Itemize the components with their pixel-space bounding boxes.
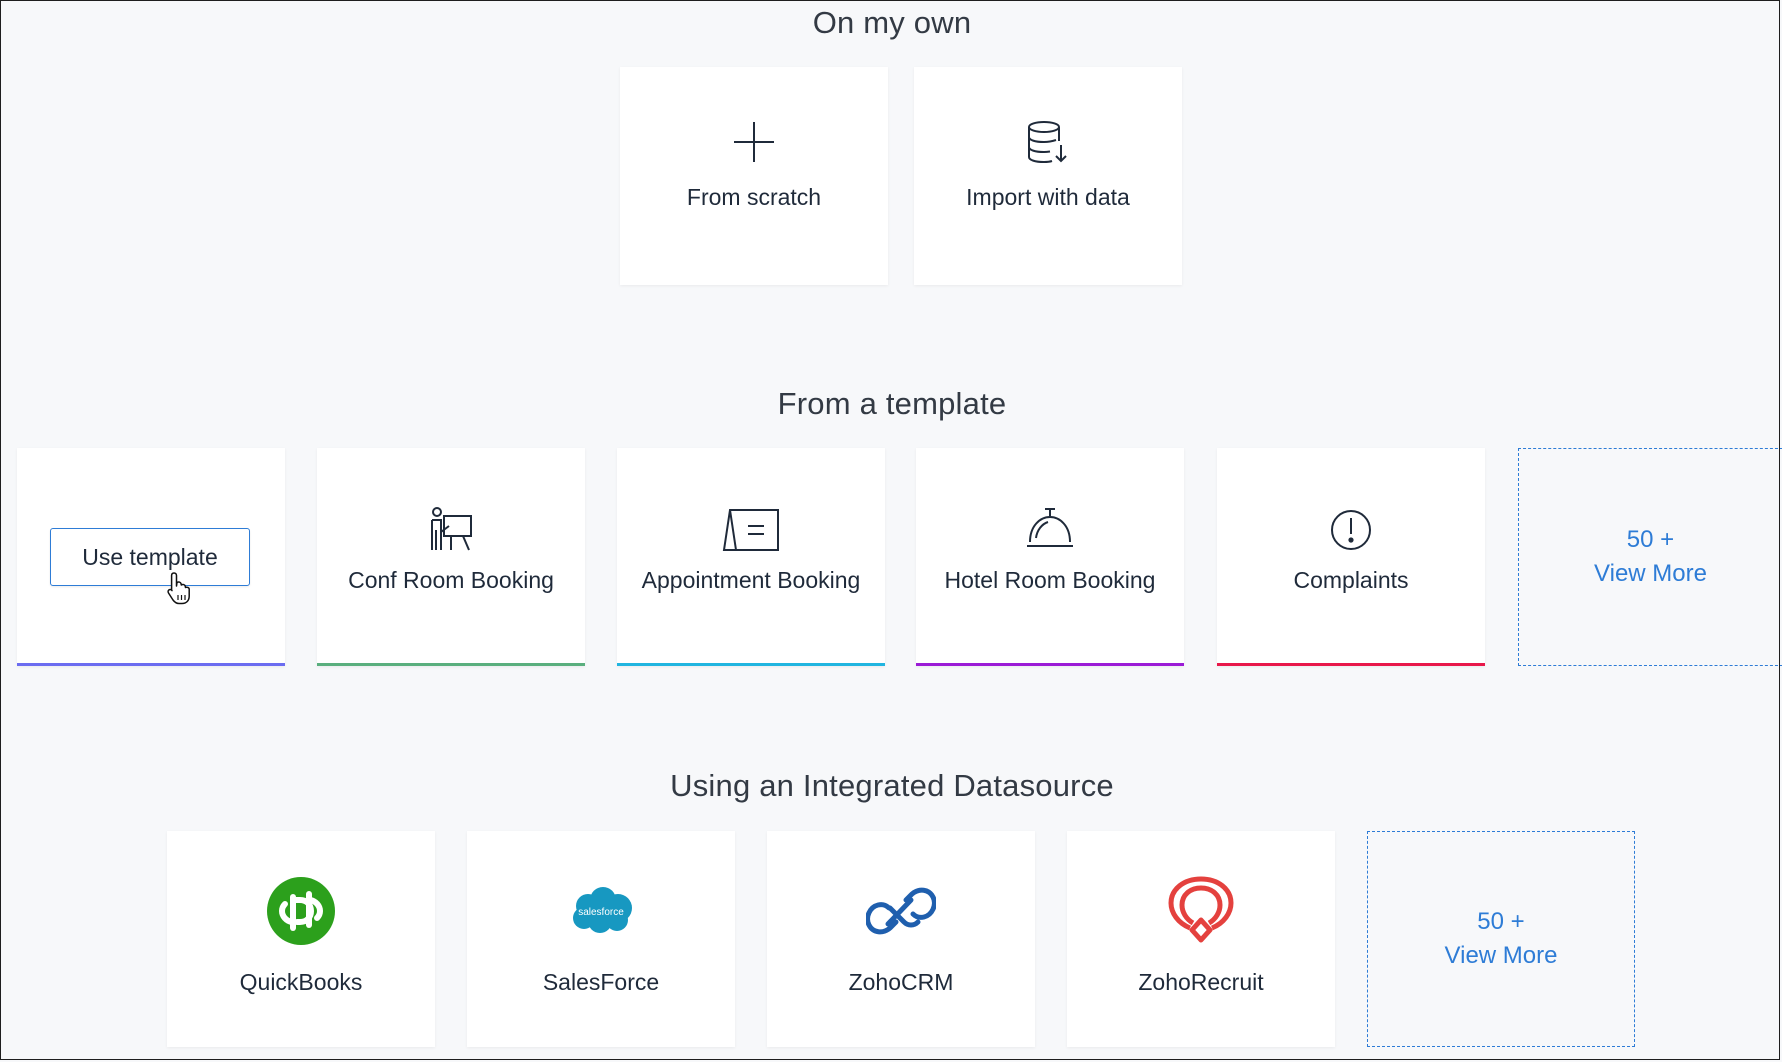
datasource-card-salesforce[interactable]: salesforce SalesForce — [467, 831, 735, 1047]
salesforce-label: SalesForce — [542, 969, 660, 995]
presenter-board-icon — [431, 507, 472, 551]
quickbooks-label: QuickBooks — [239, 969, 363, 995]
use-template-button[interactable]: Use template — [50, 528, 250, 586]
datasource-card-zohocrm[interactable]: ZohoCRM — [767, 831, 1035, 1047]
datasource-view-more-card[interactable]: 50 + View More — [1367, 831, 1635, 1047]
from-scratch-card[interactable]: From scratch — [620, 67, 888, 285]
template-card-appointment-booking[interactable]: Appointment Booking — [617, 448, 885, 666]
zohocrm-logo — [866, 887, 936, 935]
hand-cursor-icon — [167, 572, 190, 605]
exclamation-circle-icon — [1331, 510, 1371, 550]
salesforce-logo: salesforce — [573, 887, 632, 933]
appointment-booking-label: Appointment Booking — [641, 567, 861, 593]
template-view-more-card[interactable]: 50 + View More — [1518, 448, 1782, 666]
datasource-view-more-link[interactable]: View More — [1445, 939, 1558, 973]
salesforce-logo-text: salesforce — [578, 907, 624, 918]
database-import-icon — [1028, 121, 1067, 164]
datasource-card-quickbooks[interactable]: QuickBooks — [167, 831, 435, 1047]
template-card-hotel-room-booking[interactable]: Hotel Room Booking — [916, 448, 1184, 666]
template-card-hovered[interactable]: Use template — [17, 448, 285, 666]
import-with-data-label: Import with data — [966, 184, 1130, 210]
section-title-template: From a template — [777, 386, 1007, 421]
from-scratch-label: From scratch — [686, 184, 822, 210]
datasource-card-zohorecruit[interactable]: ZohoRecruit — [1067, 831, 1335, 1047]
template-card-conf-room-booking[interactable]: Conf Room Booking — [317, 448, 585, 666]
hotel-room-booking-label: Hotel Room Booking — [944, 567, 1156, 593]
zohorecruit-logo — [1168, 876, 1234, 943]
section-title-own: On my own — [812, 5, 972, 40]
datasource-more-count: 50 + — [1477, 908, 1525, 935]
page-frame: On my own From scratch Import with data … — [0, 0, 1782, 1060]
template-more-count: 50 + — [1626, 526, 1675, 553]
quickbooks-logo — [267, 877, 335, 945]
desk-calendar-icon — [722, 509, 779, 551]
complaints-label: Complaints — [1293, 567, 1409, 593]
zohorecruit-label: ZohoRecruit — [1138, 969, 1264, 995]
section-title-datasource: Using an Integrated Datasource — [670, 768, 1114, 803]
plus-icon — [734, 122, 774, 162]
template-card-complaints[interactable]: Complaints — [1217, 448, 1485, 666]
conf-room-booking-label: Conf Room Booking — [348, 567, 554, 593]
import-with-data-card[interactable]: Import with data — [914, 67, 1182, 285]
service-bell-icon — [1027, 508, 1073, 547]
template-view-more-link[interactable]: View More — [1594, 557, 1707, 591]
zohocrm-label: ZohoCRM — [848, 969, 954, 995]
